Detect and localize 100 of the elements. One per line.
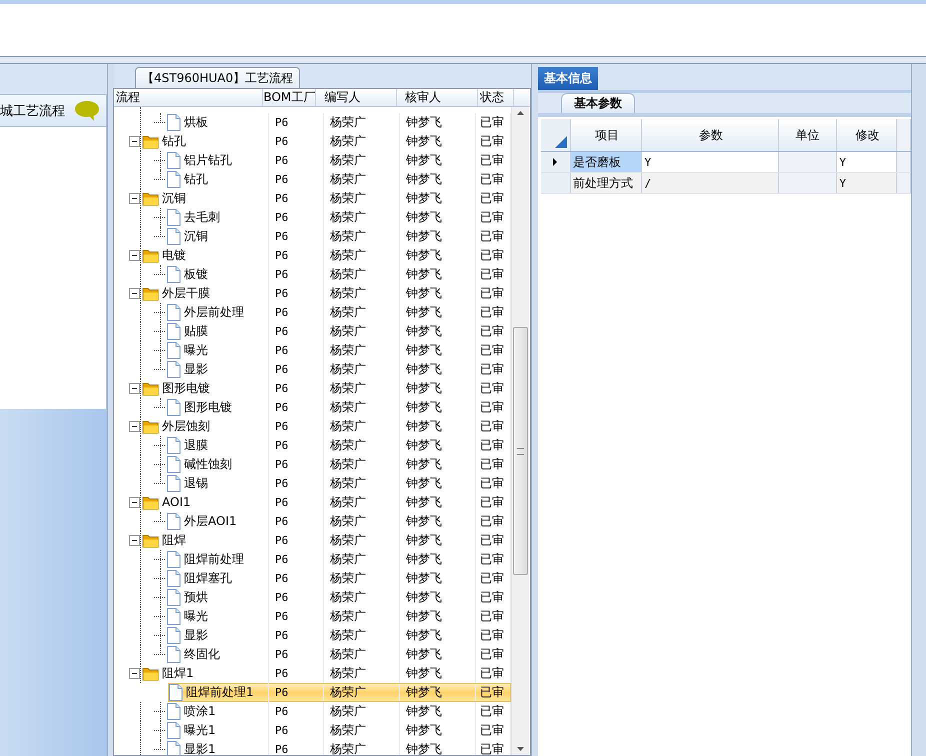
- tree-row[interactable]: 外层蚀刻 P6 杨荣广 钟梦飞 已审: [114, 417, 511, 436]
- table-row[interactable]: 前处理方式 / Y: [541, 173, 911, 194]
- collapse-toggle[interactable]: [129, 250, 140, 261]
- row-header[interactable]: [541, 152, 571, 172]
- scrollbar[interactable]: [511, 107, 529, 755]
- tree-row[interactable]: 阻焊前处理 P6 杨荣广 钟梦飞 已审: [114, 550, 511, 569]
- table-cell: 杨荣广: [324, 398, 400, 417]
- table-cell: 杨荣广: [324, 455, 400, 474]
- table-cell: 杨荣广: [324, 588, 400, 607]
- process-name: 退锡: [184, 475, 208, 492]
- table-cell: 前处理方式: [570, 173, 642, 193]
- tree-row[interactable]: 阻焊塞孔 P6 杨荣广 钟梦飞 已审: [114, 569, 511, 588]
- column-header[interactable]: 流程: [114, 89, 264, 106]
- process-name: 显影: [184, 361, 208, 378]
- table-cell: 杨荣广: [324, 246, 400, 265]
- tab[interactable]: 基本参数: [561, 93, 635, 113]
- collapse-toggle[interactable]: [129, 535, 140, 546]
- table-cell: 钟梦飞: [400, 227, 476, 246]
- folder-icon: [142, 134, 159, 149]
- tree-row[interactable]: 终固化 P6 杨荣广 钟梦飞 已审: [114, 645, 511, 664]
- column-header[interactable]: 单位: [778, 119, 838, 151]
- folder-icon: [142, 286, 159, 301]
- column-header[interactable]: 项目: [570, 119, 642, 151]
- tree-row[interactable]: 阻焊前处理1 P6 杨荣广 钟梦飞 已审: [168, 683, 511, 702]
- panel-title-tab[interactable]: 【4ST960HUA0】工艺流程: [135, 67, 300, 88]
- collapse-toggle[interactable]: [129, 497, 140, 508]
- document-icon: [166, 551, 181, 568]
- column-header[interactable]: 编写人: [316, 89, 398, 106]
- tree-row[interactable]: 烘板 P6 杨荣广 钟梦飞 已审: [114, 113, 511, 132]
- tree-row[interactable]: 图形电镀 P6 杨荣广 钟梦飞 已审: [114, 398, 511, 417]
- tree-row[interactable]: 显影 P6 杨荣广 钟梦飞 已审: [114, 360, 511, 379]
- table-cell: 杨荣广: [324, 189, 400, 208]
- tab[interactable]: 基本信息: [538, 67, 598, 90]
- column-header[interactable]: 状态: [478, 89, 514, 106]
- tree-row[interactable]: 钻孔 P6 杨荣广 钟梦飞 已审: [114, 170, 511, 189]
- tree-row[interactable]: 曝光 P6 杨荣广 钟梦飞 已审: [114, 607, 511, 626]
- table-cell: 杨荣广: [324, 341, 400, 360]
- panel-title: 城工艺流程: [0, 102, 65, 120]
- collapse-toggle[interactable]: [129, 668, 140, 679]
- process-name: 显影1: [184, 741, 216, 755]
- table-cell: 钟梦飞: [400, 170, 476, 189]
- table-cell: 钟梦飞: [400, 398, 476, 417]
- table-cell: P6: [269, 626, 324, 645]
- table-cell: 杨荣广: [324, 265, 400, 284]
- tree-row[interactable]: 退锡 P6 杨荣广 钟梦飞 已审: [114, 474, 511, 493]
- table-cell: 钟梦飞: [400, 702, 476, 721]
- table-cell: 钟梦飞: [400, 360, 476, 379]
- tree-row[interactable]: 贴膜 P6 杨荣广 钟梦飞 已审: [114, 322, 511, 341]
- process-name: 沉铜: [162, 190, 186, 207]
- tree-row[interactable]: 沉铜 P6 杨荣广 钟梦飞 已审: [114, 189, 511, 208]
- collapse-toggle[interactable]: [129, 136, 140, 147]
- tree-row[interactable]: 钻孔 P6 杨荣广 钟梦飞 已审: [114, 132, 511, 151]
- document-icon: [168, 684, 183, 701]
- collapse-toggle[interactable]: [129, 421, 140, 432]
- tree-row[interactable]: 曝光1 P6 杨荣广 钟梦飞 已审: [114, 721, 511, 740]
- table-cell: 杨荣广: [324, 645, 400, 664]
- tree-row[interactable]: 外层前处理 P6 杨荣广 钟梦飞 已审: [114, 303, 511, 322]
- column-header[interactable]: BOM工厂: [263, 89, 316, 106]
- table-cell: P6: [269, 721, 324, 740]
- table-cell: 钟梦飞: [400, 512, 476, 531]
- document-icon: [166, 399, 181, 416]
- tree-row[interactable]: 图形电镀 P6 杨荣广 钟梦飞 已审: [114, 379, 511, 398]
- table-cell: P6: [269, 303, 324, 322]
- table-row[interactable]: 是否磨板 Y Y: [541, 152, 911, 173]
- tree-row[interactable]: 碱性蚀刻 P6 杨荣广 钟梦飞 已审: [114, 455, 511, 474]
- tree-row[interactable]: 预烘 P6 杨荣广 钟梦飞 已审: [114, 588, 511, 607]
- tree-row[interactable]: 沉铜 P6 杨荣广 钟梦飞 已审: [114, 227, 511, 246]
- tree-row[interactable]: 铝片钻孔 P6 杨荣广 钟梦飞 已审: [114, 151, 511, 170]
- tree-row[interactable]: 显影1 P6 杨荣广 钟梦飞 已审: [114, 740, 511, 755]
- tree-row[interactable]: 外层AOI1 P6 杨荣广 钟梦飞 已审: [114, 512, 511, 531]
- tree-row[interactable]: 去毛刺 P6 杨荣广 钟梦飞 已审: [114, 208, 511, 227]
- collapse-toggle[interactable]: [129, 288, 140, 299]
- tree-row[interactable]: 显影 P6 杨荣广 钟梦飞 已审: [114, 626, 511, 645]
- column-header[interactable]: 参数: [642, 119, 779, 151]
- tree-row[interactable]: 退膜 P6 杨荣广 钟梦飞 已审: [114, 436, 511, 455]
- tree-row[interactable]: 喷涂1 P6 杨荣广 钟梦飞 已审: [114, 702, 511, 721]
- tree-row[interactable]: 板镀 P6 杨荣广 钟梦飞 已审: [114, 265, 511, 284]
- tree-row[interactable]: 阻焊 P6 杨荣广 钟梦飞 已审: [114, 531, 511, 550]
- table-cell: 杨荣广: [324, 379, 400, 398]
- table-cell: 钟梦飞: [400, 322, 476, 341]
- collapse-toggle[interactable]: [129, 383, 140, 394]
- tree-row[interactable]: AOI1 P6 杨荣广 钟梦飞 已审: [114, 493, 511, 512]
- tree-row[interactable]: 外层干膜 P6 杨荣广 钟梦飞 已审: [114, 284, 511, 303]
- document-icon: [166, 722, 181, 739]
- table-cell: P6: [269, 683, 324, 702]
- table-cell: P6: [269, 170, 324, 189]
- table-cell: 杨荣广: [324, 607, 400, 626]
- table-cell: 杨荣广: [324, 170, 400, 189]
- process-name: 终固化: [184, 646, 220, 663]
- tree-row[interactable]: 电镀 P6 杨荣广 钟梦飞 已审: [114, 246, 511, 265]
- table-cell: P6: [269, 531, 324, 550]
- tree-row[interactable]: 曝光 P6 杨荣广 钟梦飞 已审: [114, 341, 511, 360]
- table-cell: P6: [269, 379, 324, 398]
- column-header[interactable]: 核审人: [397, 89, 478, 106]
- table-cell: 杨荣广: [324, 512, 400, 531]
- table-cell: 钟梦飞: [400, 626, 476, 645]
- document-icon: [166, 627, 181, 644]
- table-cell: [897, 119, 911, 151]
- process-name: 碱性蚀刻: [184, 456, 232, 473]
- collapse-toggle[interactable]: [129, 193, 140, 204]
